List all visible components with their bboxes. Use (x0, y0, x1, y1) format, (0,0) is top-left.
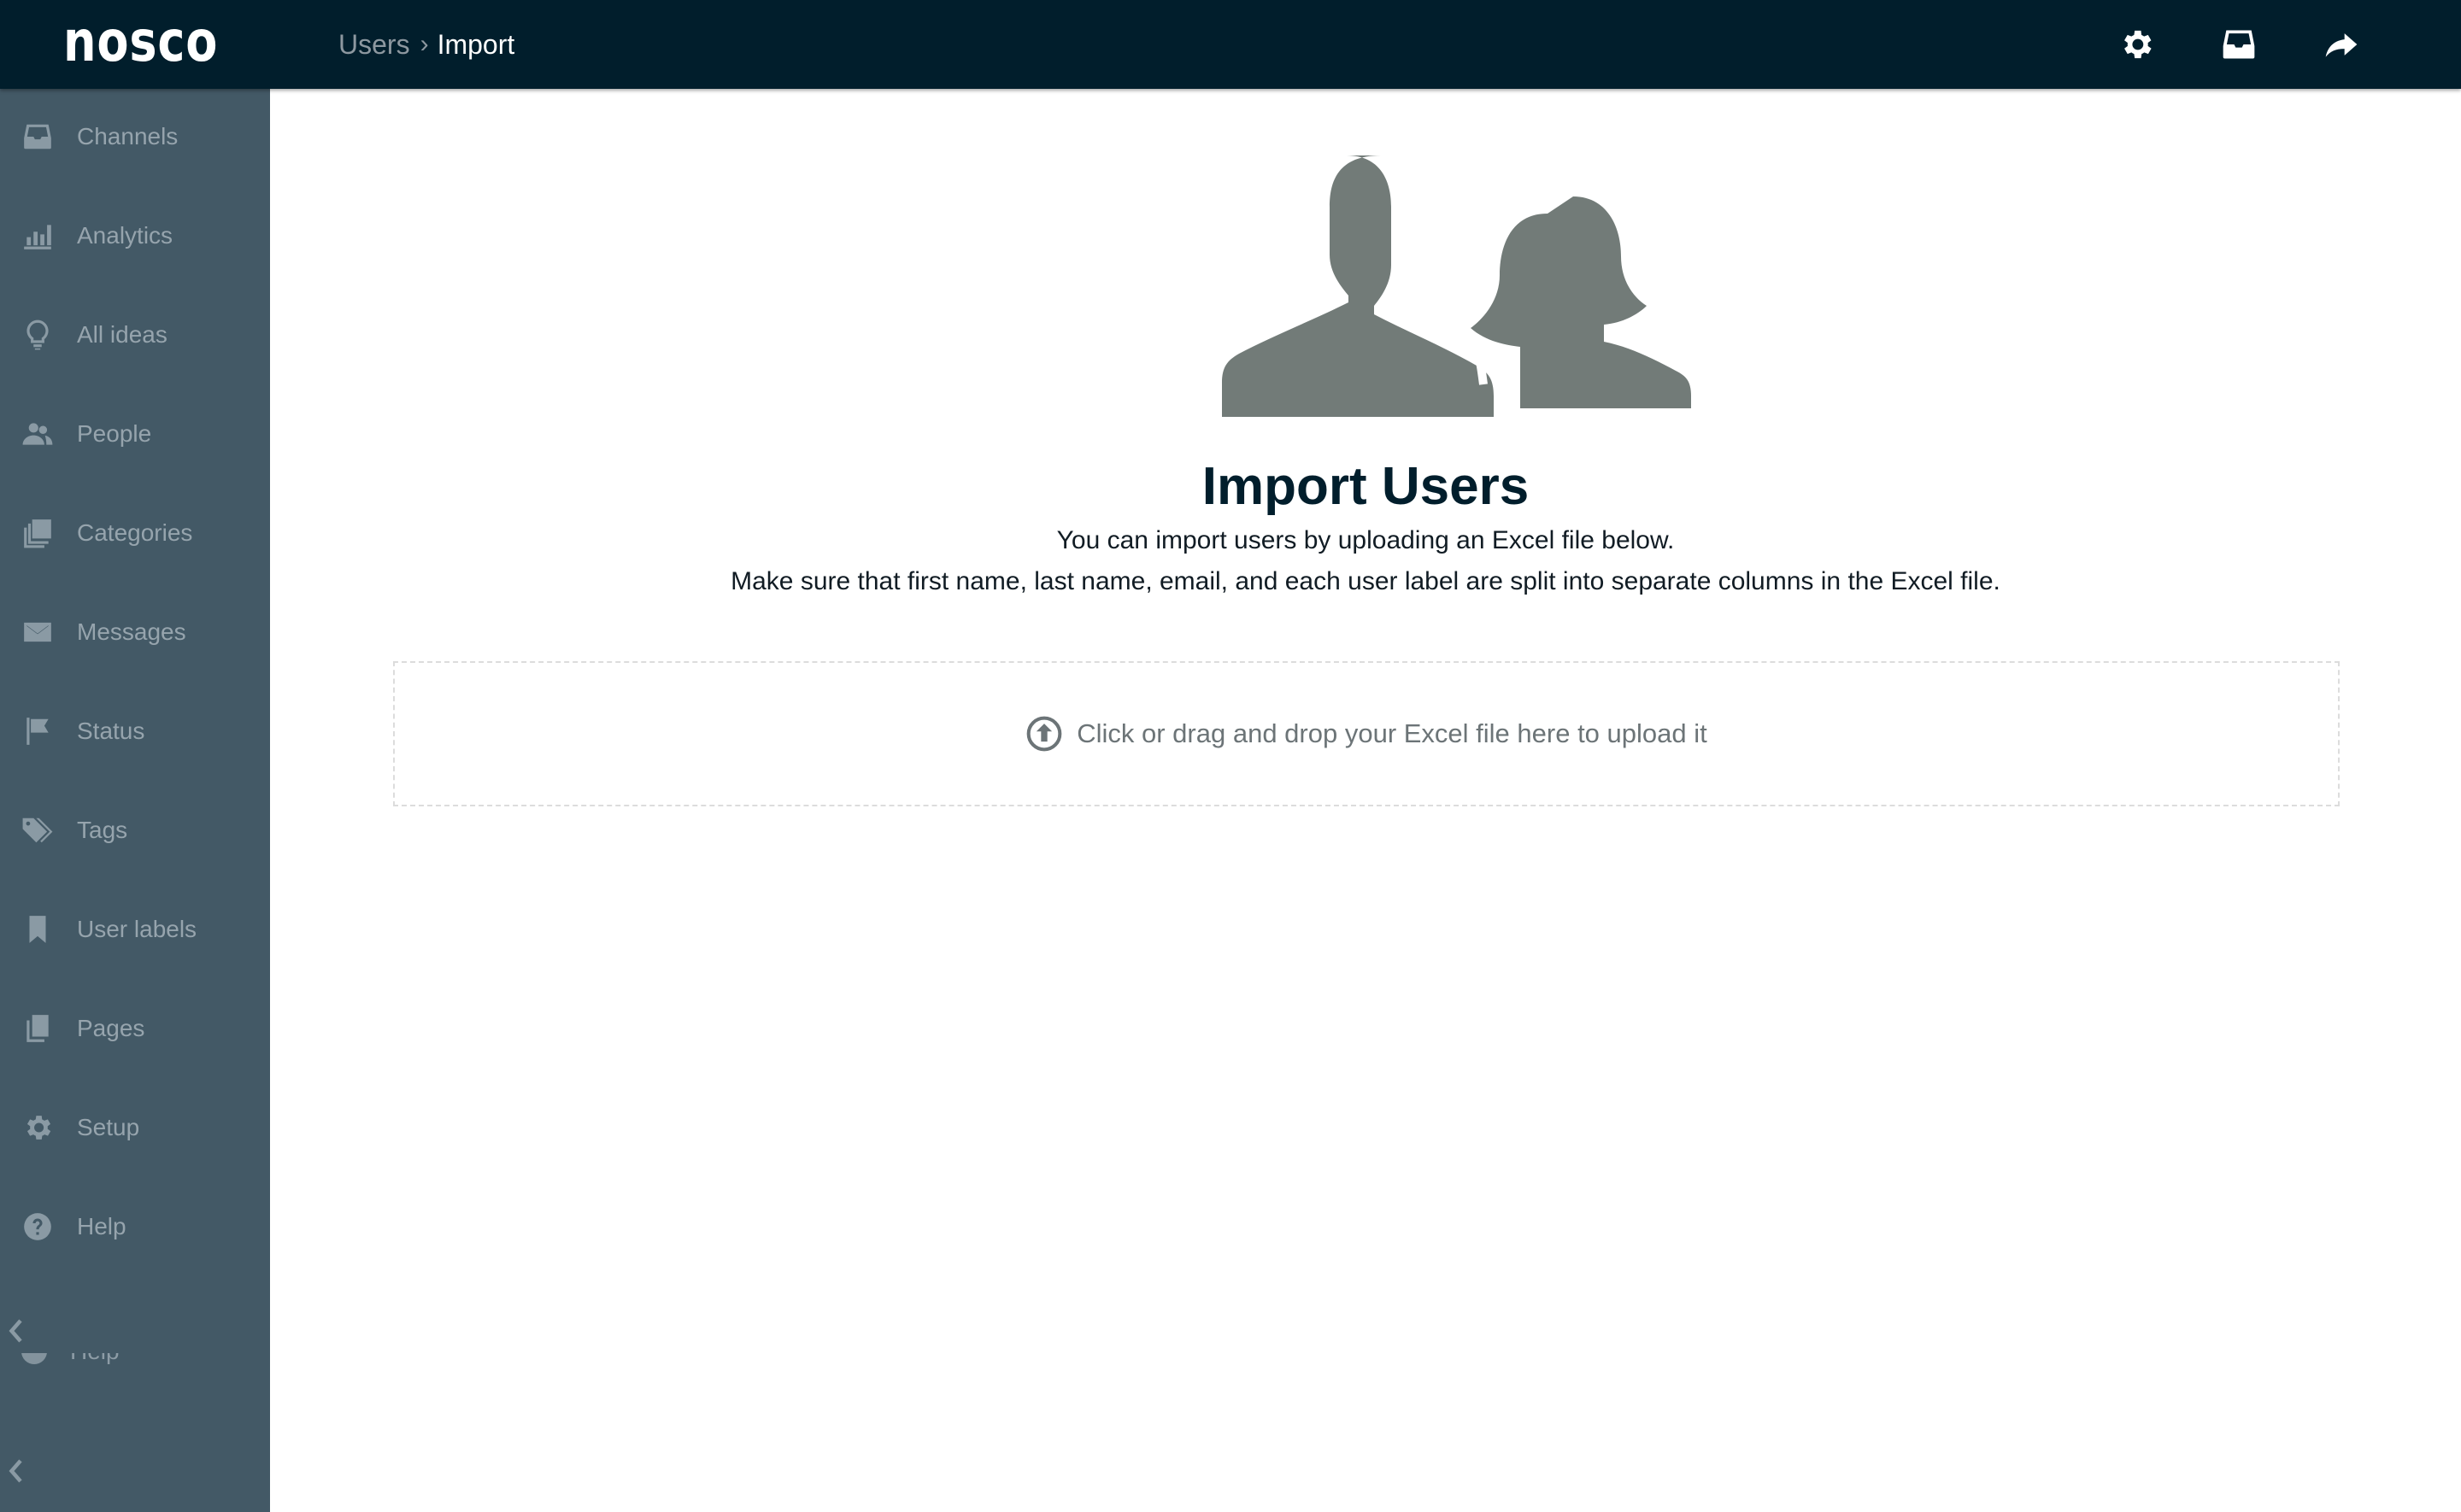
description-line-1: You can import users by uploading an Exc… (1056, 526, 1675, 554)
share-arrow-icon (2325, 33, 2358, 57)
help-icon (19, 1353, 50, 1367)
collapse-sidebar-button[interactable] (3, 1314, 27, 1348)
settings-button[interactable] (2111, 19, 2162, 70)
sidebar-item-label: Pages (77, 1015, 145, 1041)
pages-icon (19, 1010, 56, 1047)
sidebar-item-status[interactable]: Status (0, 697, 270, 765)
breadcrumb-users-link[interactable]: Users (338, 29, 410, 61)
sidebar-item-label: Tags (77, 817, 128, 843)
breadcrumb-current: Import (437, 28, 515, 60)
sidebar-item-analytics[interactable]: Analytics (0, 202, 270, 270)
sidebar-item-label: Help (77, 1213, 126, 1239)
sidebar-item-label: People (77, 420, 152, 447)
description-line-2: Make sure that first name, last name, em… (731, 567, 2000, 595)
sidebar-item-tags[interactable]: Tags (0, 796, 270, 864)
lightbulb-icon (19, 316, 56, 354)
gear-icon (19, 1109, 56, 1146)
page-title: Import Users (1201, 457, 1530, 516)
logo[interactable]: nosco (63, 9, 218, 74)
inbox-icon (19, 118, 56, 155)
sidebar-item-label: Analytics (77, 222, 173, 249)
bookmark-icon (19, 911, 56, 948)
users-icon (1222, 155, 1691, 417)
envelope-icon (19, 613, 56, 651)
main-content: Import Users You can import users by upl… (270, 89, 2461, 1512)
sidebar-item-channels[interactable]: Channels (0, 103, 270, 171)
people-icon (19, 415, 56, 453)
upload-icon (1026, 716, 1062, 752)
share-button[interactable] (2316, 19, 2367, 70)
sidebar-item-label: Messages (77, 618, 186, 645)
sidebar: Channels Analytics All ideas People Cate… (0, 89, 270, 1512)
categories-icon (19, 514, 56, 552)
inbox-icon (2223, 30, 2255, 59)
sidebar-item-setup[interactable]: Setup (0, 1093, 270, 1162)
help-icon (19, 1208, 56, 1245)
gear-icon (2124, 30, 2152, 59)
file-dropzone[interactable]: Click or drag and drop your Excel file h… (393, 661, 2340, 806)
inbox-button[interactable] (2213, 19, 2264, 70)
dropzone-text: Click or drag and drop your Excel file h… (1077, 718, 1707, 748)
sidebar-item-user-labels[interactable]: User labels (0, 895, 270, 964)
flag-icon (19, 712, 56, 750)
collapse-sidebar-button-secondary[interactable] (3, 1454, 27, 1488)
sidebar-item-all-ideas[interactable]: All ideas (0, 301, 270, 369)
breadcrumb-separator: › (420, 30, 429, 58)
sidebar-item-label: User labels (77, 916, 197, 942)
tags-icon (19, 812, 56, 849)
breadcrumb: Users › Import (338, 26, 514, 63)
sidebar-item-categories[interactable]: Categories (0, 499, 270, 567)
chevron-left-icon (9, 1319, 22, 1343)
sidebar-item-pages[interactable]: Pages (0, 994, 270, 1063)
sidebar-item-label: All ideas (77, 321, 167, 348)
sidebar-item-label: Status (77, 718, 145, 744)
sidebar-item-label: Channels (77, 123, 179, 149)
sidebar-ghost-help: Help (19, 1353, 190, 1387)
sidebar-ghost-help-label: Help (70, 1353, 120, 1365)
bar-chart-icon (19, 217, 56, 255)
sidebar-item-label: Categories (77, 519, 193, 546)
chevron-left-icon (9, 1459, 22, 1483)
sidebar-item-messages[interactable]: Messages (0, 598, 270, 666)
sidebar-item-label: Setup (77, 1114, 140, 1140)
sidebar-item-people[interactable]: People (0, 400, 270, 468)
sidebar-item-help[interactable]: Help (0, 1193, 270, 1261)
top-bar: nosco Users › Import (0, 0, 2461, 89)
